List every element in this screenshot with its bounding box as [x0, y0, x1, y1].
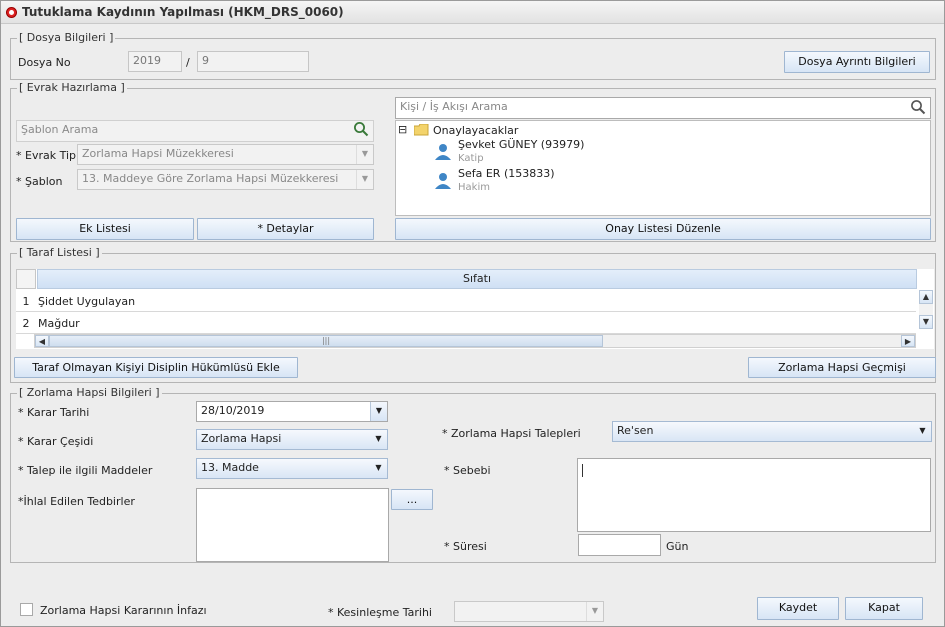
onay-listesi-button-label: Onay Listesi Düzenle	[605, 222, 721, 235]
zorlama-hapsi-gecmisi-button[interactable]: Zorlama Hapsi Geçmişi	[748, 357, 936, 378]
gecmis-button-label: Zorlama Hapsi Geçmişi	[778, 361, 906, 374]
row-number: 1	[22, 295, 30, 308]
kaydet-button-label: Kaydet	[778, 601, 818, 614]
suresi-unit: Gün	[666, 540, 689, 553]
folder-icon	[414, 124, 429, 136]
chevron-down-icon: ▼	[375, 434, 382, 443]
window-title: Tutuklama Kaydının Yapılması (HKM_DRS_00…	[22, 5, 344, 19]
ihlal-tedbirler-textarea[interactable]	[196, 488, 389, 562]
disiplin-hukumlusu-ekle-button[interactable]: Taraf Olmayan Kişiyi Disiplin Hükümlüsü …	[14, 357, 298, 378]
row-sifat: Mağdur	[38, 317, 80, 330]
suresi-label: * Süresi	[444, 540, 487, 553]
dosya-legend: [ Dosya Bilgileri ]	[17, 31, 116, 44]
chevron-down-icon: ▼	[356, 170, 373, 189]
sablon-value: 13. Maddeye Göre Zorlama Hapsi Müzekkere…	[82, 172, 339, 185]
person-icon	[435, 173, 451, 189]
app-icon	[6, 7, 17, 18]
evrak-tipi-value: Zorlama Hapsi Müzekkeresi	[82, 147, 234, 160]
table-corner-header[interactable]	[16, 269, 36, 289]
sablon-select[interactable]: 13. Maddeye Göre Zorlama Hapsi Müzekkere…	[77, 169, 374, 190]
dosya-separator: /	[186, 56, 190, 69]
dosya-detail-button-label: Dosya Ayrıntı Bilgileri	[798, 55, 916, 68]
chevron-down-icon: ▼	[375, 463, 382, 472]
kaydet-button[interactable]: Kaydet	[757, 597, 839, 620]
dosya-year-field[interactable]: 2019	[128, 51, 182, 72]
onay-listesi-button[interactable]: Onay Listesi Düzenle	[395, 218, 931, 240]
detaylar-button[interactable]: * Detaylar	[197, 218, 374, 240]
evrak-legend: [ Evrak Hazırlama ]	[17, 81, 127, 94]
sablon-search-icon[interactable]	[353, 121, 369, 137]
column-header-sifati[interactable]: Sıfatı	[37, 269, 917, 289]
karar-tarihi-value: 28/10/2019	[201, 404, 265, 417]
chevron-down-icon: ▼	[586, 602, 603, 621]
tree-root-label[interactable]: Onaylayacaklar	[433, 124, 518, 137]
sablon-label: * Şablon	[16, 175, 63, 188]
talepleri-value: Re'sen	[617, 424, 654, 437]
taraf-legend: [ Taraf Listesi ]	[17, 246, 102, 259]
talepleri-select[interactable]: Re'sen ▼	[612, 421, 932, 442]
vertical-scrollbar-track[interactable]	[919, 304, 933, 315]
dosya-number-field[interactable]: 9	[197, 51, 309, 72]
talep-maddeler-value: 13. Madde	[201, 461, 259, 474]
talep-maddeler-label: * Talep ile ilgili Maddeler	[18, 464, 153, 477]
sebebi-textarea[interactable]	[577, 458, 931, 532]
suresi-input[interactable]	[578, 534, 661, 556]
sablon-search-input[interactable]: Şablon Arama	[16, 120, 374, 142]
table-row[interactable]: 1 Şiddet Uygulayan	[16, 290, 916, 312]
title-bar: Tutuklama Kaydının Yapılması (HKM_DRS_00…	[0, 0, 945, 24]
chevron-down-icon[interactable]: ▼	[370, 402, 387, 421]
infaz-label: Zorlama Hapsi Kararının İnfazı	[40, 604, 207, 617]
text-cursor	[582, 464, 583, 477]
karar-cesidi-label: * Karar Çeşidi	[18, 435, 94, 448]
person-icon	[435, 144, 451, 160]
chevron-down-icon: ▼	[919, 426, 926, 435]
ihlal-select-button[interactable]: ...	[391, 489, 433, 510]
tree-person-role: Katip	[458, 153, 484, 164]
row-sifat: Şiddet Uygulayan	[38, 295, 136, 308]
scroll-left-button[interactable]: ◀	[35, 335, 49, 347]
column-header-label: Sıfatı	[462, 272, 492, 285]
kesinlesme-tarihi-picker[interactable]: ▼	[454, 601, 604, 622]
scroll-grip: |||	[321, 336, 331, 345]
tree-person-name[interactable]: Sefa ER (153833)	[458, 167, 555, 180]
ek-listesi-button-label: Ek Listesi	[79, 222, 131, 235]
karar-cesidi-value: Zorlama Hapsi	[201, 432, 282, 445]
zorlama-legend: [ Zorlama Hapsi Bilgileri ]	[17, 386, 162, 399]
scroll-right-button[interactable]: ▶	[901, 335, 915, 347]
scroll-down-button[interactable]: ▼	[919, 315, 933, 329]
detaylar-button-label: * Detaylar	[257, 222, 314, 235]
kapat-button[interactable]: Kapat	[845, 597, 923, 620]
row-number: 2	[22, 317, 30, 330]
talepleri-label: * Zorlama Hapsi Talepleri	[442, 427, 581, 440]
dosya-detail-button[interactable]: Dosya Ayrıntı Bilgileri	[784, 51, 930, 73]
tree-person-name[interactable]: Şevket GÜNEY (93979)	[458, 138, 584, 151]
kapat-button-label: Kapat	[868, 601, 900, 614]
tree-person-role: Hakim	[458, 182, 490, 193]
onay-tree: ⊟ Onaylayacaklar Şevket GÜNEY (93979) Ka…	[395, 120, 931, 216]
kisi-search-input[interactable]: Kişi / İş Akışı Arama	[395, 97, 931, 119]
evrak-tipi-label: * Evrak Tipi	[16, 149, 80, 162]
tree-collapse-toggle[interactable]: ⊟	[398, 123, 407, 136]
infaz-checkbox[interactable]	[20, 603, 33, 616]
ihlal-select-button-label: ...	[406, 493, 418, 506]
kesinlesme-label: * Kesinleşme Tarihi	[328, 606, 432, 619]
chevron-down-icon: ▼	[356, 145, 373, 164]
ihlal-label: *İhlal Edilen Tedbirler	[18, 495, 135, 508]
talep-maddeler-select[interactable]: 13. Madde ▼	[196, 458, 388, 479]
table-row[interactable]: 2 Mağdur	[16, 312, 916, 334]
ek-listesi-button[interactable]: Ek Listesi	[16, 218, 194, 240]
horizontal-scroll-thumb[interactable]: |||	[49, 335, 603, 347]
karar-tarihi-label: * Karar Tarihi	[18, 406, 90, 419]
karar-cesidi-select[interactable]: Zorlama Hapsi ▼	[196, 429, 388, 450]
evrak-tipi-select[interactable]: Zorlama Hapsi Müzekkeresi ▼	[77, 144, 374, 165]
karar-tarihi-picker[interactable]: 28/10/2019 ▼	[196, 401, 388, 422]
disiplin-button-label: Taraf Olmayan Kişiyi Disiplin Hükümlüsü …	[32, 361, 280, 374]
sebebi-label: * Sebebi	[444, 464, 491, 477]
scroll-up-button[interactable]: ▲	[919, 290, 933, 304]
dosya-no-label: Dosya No	[18, 56, 71, 69]
horizontal-scrollbar[interactable]: ◀ ||| ▶	[34, 334, 916, 348]
kisi-search-icon[interactable]	[910, 99, 926, 115]
